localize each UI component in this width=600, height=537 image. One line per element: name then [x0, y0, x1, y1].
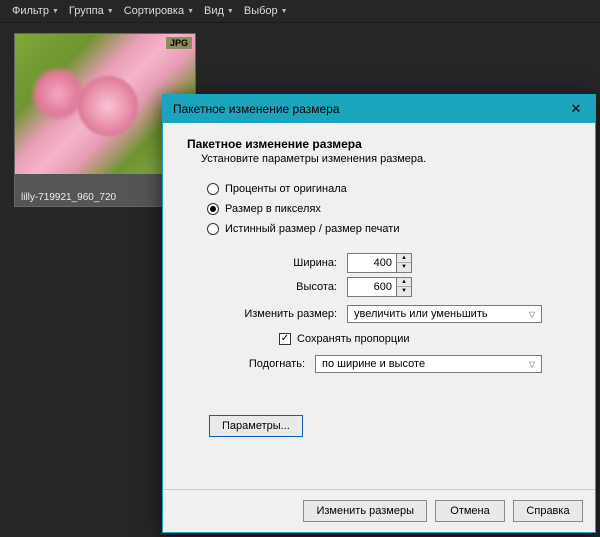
resize-button[interactable]: Изменить размеры	[303, 500, 427, 522]
height-label: Высота:	[187, 281, 347, 293]
menubar: Фильтр▼ Группа▼ Сортировка▼ Вид▼ Выбор▼	[0, 0, 600, 23]
menu-sort[interactable]: Сортировка▼	[120, 3, 198, 19]
chevron-down-icon: ▽	[529, 310, 535, 319]
help-button[interactable]: Справка	[513, 500, 583, 522]
radio-icon	[207, 223, 219, 235]
chevron-down-icon: ▼	[52, 8, 59, 15]
chevron-down-icon: ▼	[187, 8, 194, 15]
preserve-proportions-checkbox[interactable]: ✓ Сохранять пропорции	[279, 333, 571, 345]
menu-group[interactable]: Группа▼	[65, 3, 118, 19]
dialog-body: Пакетное изменение размера Установите па…	[163, 123, 595, 489]
chevron-down-icon: ▽	[529, 360, 535, 369]
checkbox-icon: ✓	[279, 333, 291, 345]
menu-view[interactable]: Вид▼	[200, 3, 238, 19]
dialog-subheading: Установите параметры изменения размера.	[201, 153, 571, 165]
format-badge: JPG	[166, 37, 192, 49]
radio-icon	[207, 203, 219, 215]
menu-filter[interactable]: Фильтр▼	[8, 3, 63, 19]
height-spin-up[interactable]: ▲	[397, 278, 411, 287]
width-spin-down[interactable]: ▼	[397, 263, 411, 272]
fit-select[interactable]: по ширине и высоте ▽	[315, 355, 542, 373]
dialog-titlebar: Пакетное изменение размера ✕	[163, 95, 595, 123]
resize-mode-select[interactable]: увеличить или уменьшить ▽	[347, 305, 542, 323]
width-label: Ширина:	[187, 257, 347, 269]
close-button[interactable]: ✕	[565, 101, 587, 117]
dialog-footer: Изменить размеры Отмена Справка	[163, 489, 595, 532]
height-spin-down[interactable]: ▼	[397, 287, 411, 296]
radio-percent[interactable]: Проценты от оригинала	[207, 183, 571, 195]
width-input[interactable]	[347, 253, 397, 273]
width-spin-up[interactable]: ▲	[397, 254, 411, 263]
batch-resize-dialog: Пакетное изменение размера ✕ Пакетное из…	[162, 94, 596, 533]
chevron-down-icon: ▼	[281, 8, 288, 15]
fit-label: Подогнать:	[187, 358, 315, 370]
parameters-button[interactable]: Параметры...	[209, 415, 303, 437]
radio-icon	[207, 183, 219, 195]
chevron-down-icon: ▼	[107, 8, 114, 15]
menu-select[interactable]: Выбор▼	[240, 3, 292, 19]
resize-mode-label: Изменить размер:	[187, 308, 347, 320]
radio-pixels[interactable]: Размер в пикселях	[207, 203, 571, 215]
chevron-down-icon: ▼	[227, 8, 234, 15]
dialog-heading: Пакетное изменение размера	[187, 137, 571, 151]
radio-print[interactable]: Истинный размер / размер печати	[207, 223, 571, 235]
dialog-title: Пакетное изменение размера	[173, 102, 340, 116]
cancel-button[interactable]: Отмена	[435, 500, 505, 522]
height-input[interactable]	[347, 277, 397, 297]
